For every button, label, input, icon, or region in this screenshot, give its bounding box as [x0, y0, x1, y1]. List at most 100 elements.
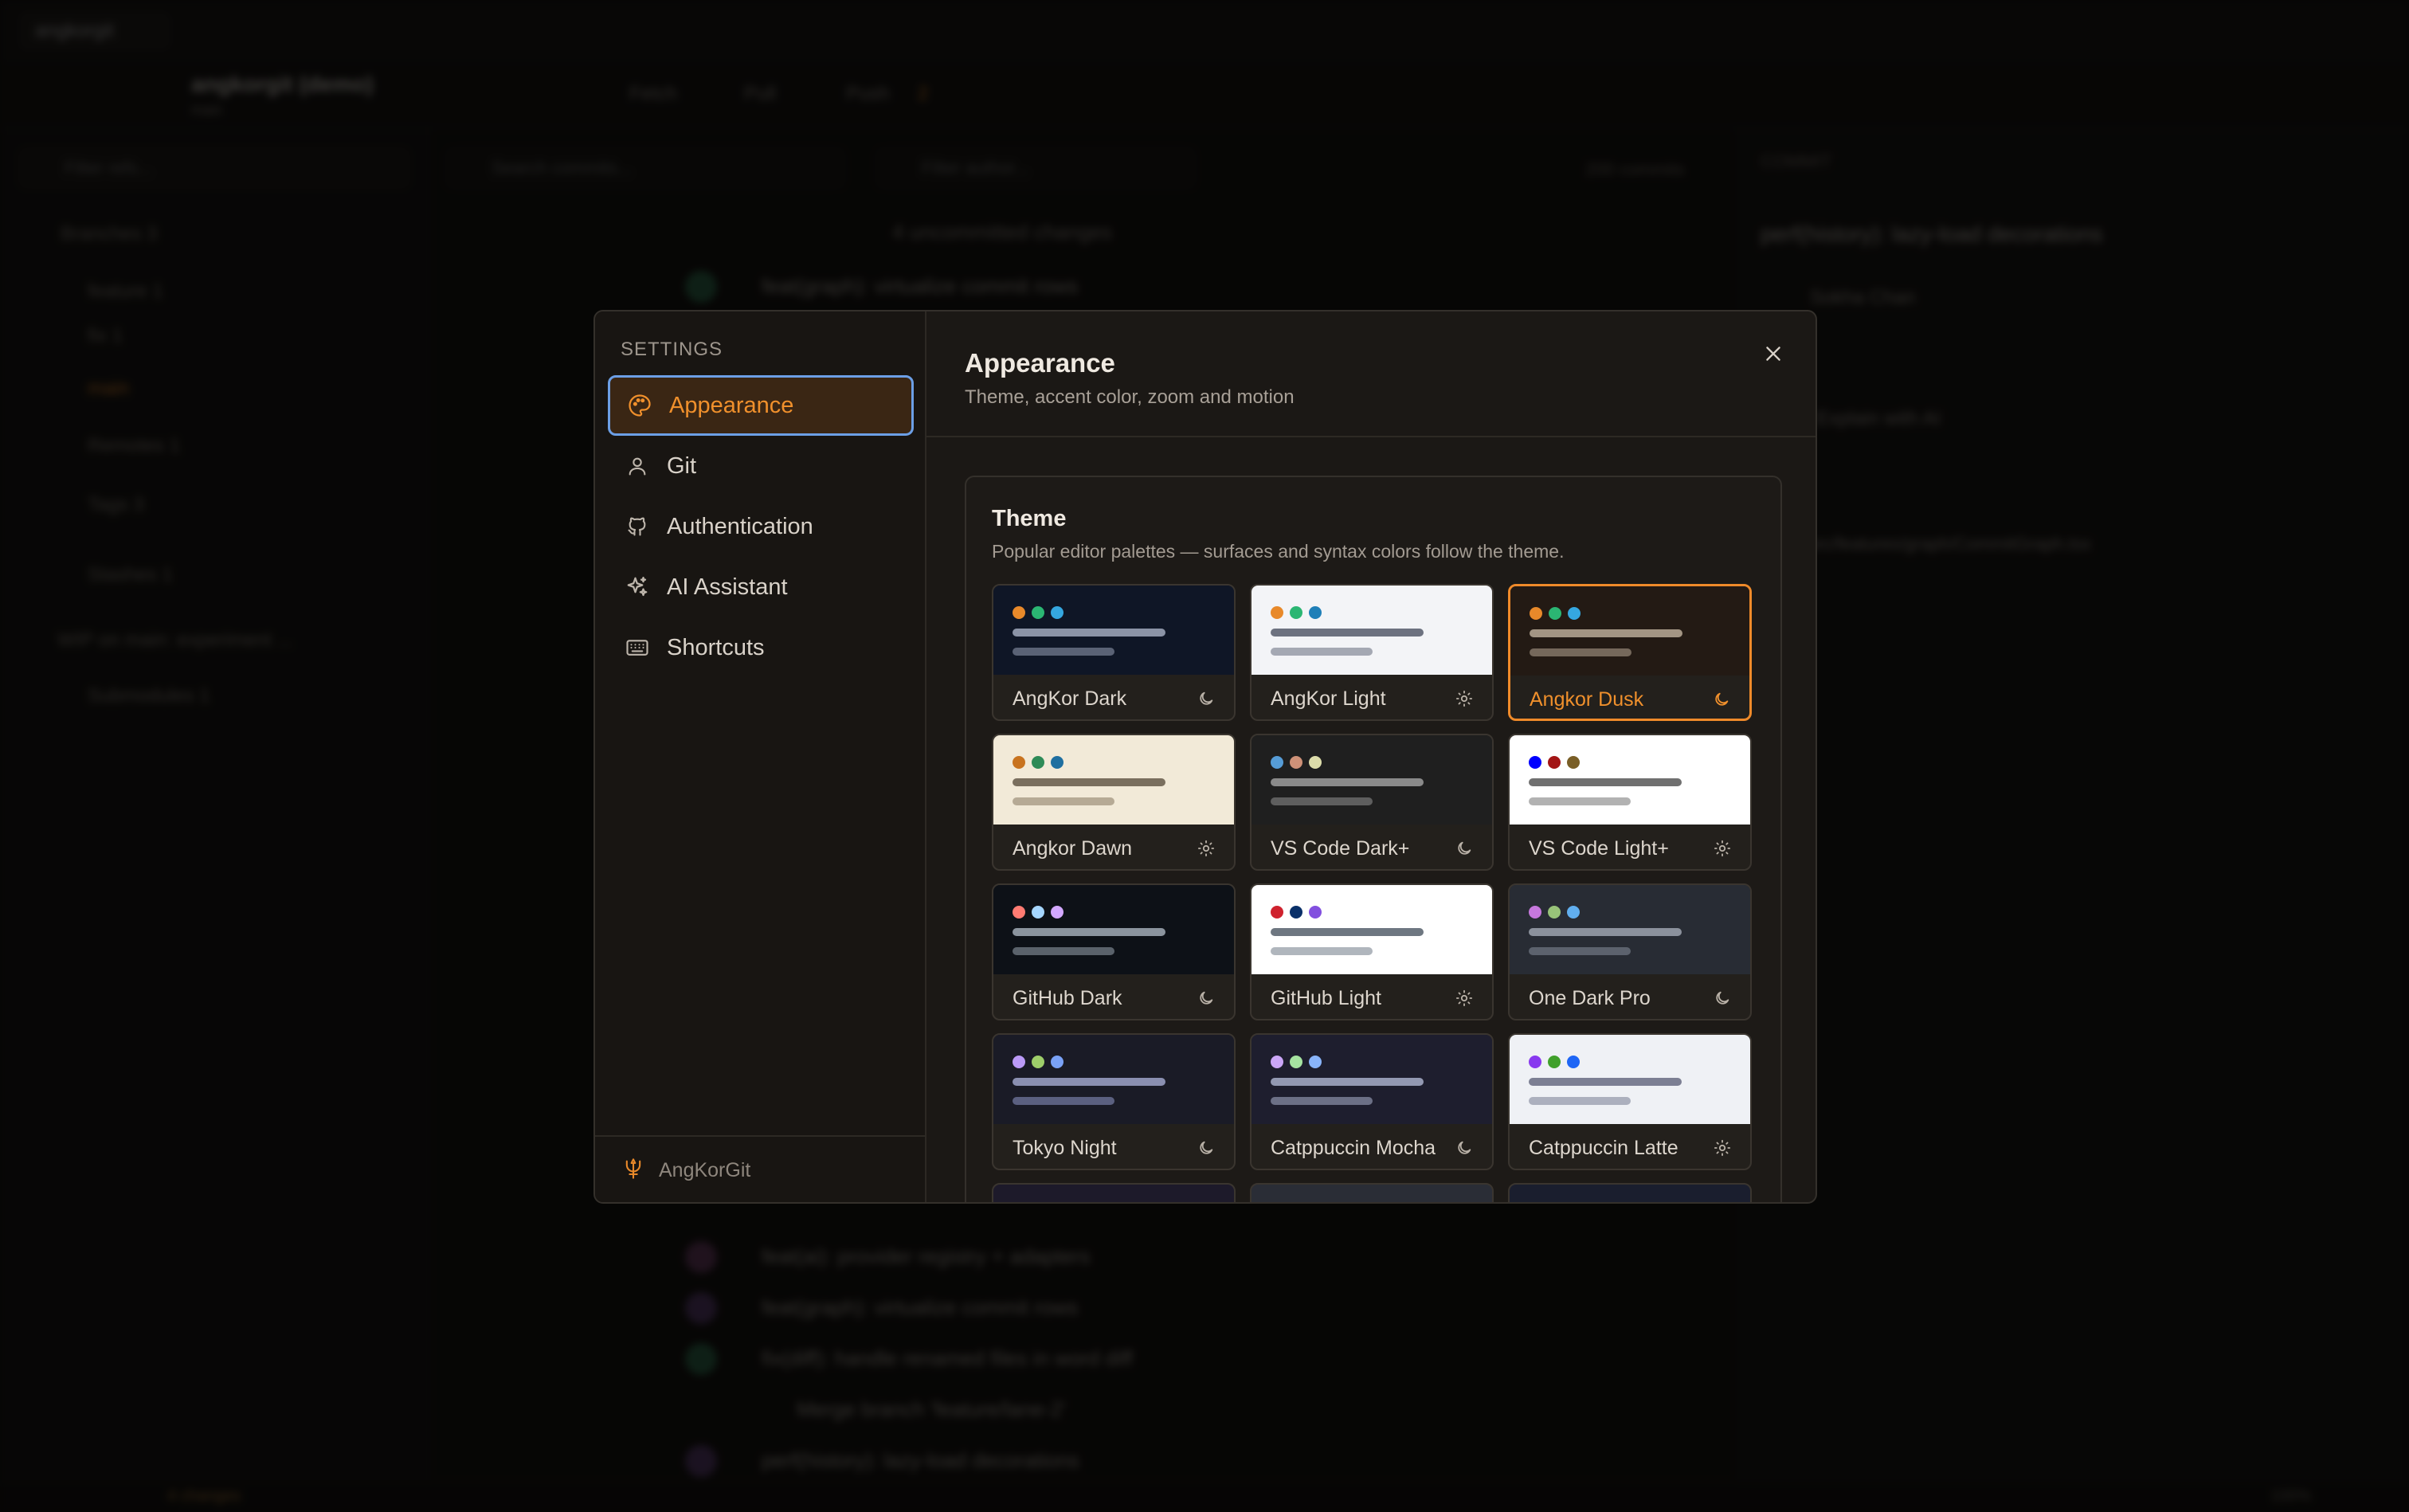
- theme-section-description: Popular editor palettes — surfaces and s…: [992, 541, 1565, 562]
- moon-icon: [1711, 689, 1732, 710]
- palette-swatch: [1568, 607, 1581, 620]
- theme-card-footer: AngKor Dark: [993, 675, 1234, 719]
- keyboard-icon: [624, 634, 651, 661]
- theme-preview: [1510, 586, 1749, 676]
- sun-icon: [1196, 838, 1216, 859]
- settings-dialog: SETTINGS Appearance Git Authentication A…: [593, 310, 1817, 1204]
- preview-line: [1013, 648, 1114, 656]
- theme-card-footer: Tokyo Night: [993, 1124, 1234, 1169]
- preview-line: [1271, 947, 1373, 955]
- theme-card-angkor-light[interactable]: AngKor Light: [1250, 584, 1494, 721]
- theme-card-partial[interactable]: [1250, 1183, 1494, 1202]
- sun-icon: [1712, 1138, 1733, 1158]
- theme-card-tokyo-night[interactable]: Tokyo Night: [992, 1033, 1236, 1170]
- preview-line: [1013, 947, 1114, 955]
- palette-swatch: [1309, 756, 1322, 769]
- preview-line: [1529, 778, 1682, 786]
- palette-swatch: [1271, 1056, 1283, 1068]
- moon-icon: [1712, 988, 1733, 1009]
- close-icon: [1763, 343, 1784, 368]
- theme-card-footer: Catppuccin Mocha: [1252, 1124, 1492, 1169]
- preview-line: [1271, 648, 1373, 656]
- preview-line: [1013, 1097, 1114, 1105]
- trident-icon: [622, 1158, 644, 1184]
- preview-line: [1530, 648, 1631, 656]
- theme-card-one-dark-pro[interactable]: One Dark Pro: [1508, 883, 1752, 1020]
- theme-name: Catppuccin Latte: [1529, 1136, 1678, 1159]
- theme-card-footer: VS Code Dark+: [1252, 825, 1492, 869]
- preview-line: [1529, 1078, 1682, 1086]
- preview-line: [1013, 797, 1114, 805]
- theme-card-footer: Catppuccin Latte: [1510, 1124, 1750, 1169]
- nav-item-shortcuts[interactable]: Shortcuts: [608, 617, 914, 678]
- theme-name: VS Code Dark+: [1271, 836, 1410, 860]
- sparkles-icon: [624, 574, 651, 601]
- nav-item-appearance[interactable]: Appearance: [608, 375, 914, 436]
- palette-swatch: [1013, 906, 1025, 919]
- theme-card-vs-code-dark[interactable]: VS Code Dark+: [1250, 734, 1494, 871]
- nav-item-git[interactable]: Git: [608, 436, 914, 496]
- palette-swatch: [1548, 756, 1561, 769]
- theme-card-footer: One Dark Pro: [1510, 974, 1750, 1019]
- theme-card-partial[interactable]: [992, 1183, 1236, 1202]
- palette-swatch: [1290, 606, 1302, 619]
- sun-icon: [1712, 838, 1733, 859]
- nav-item-label: Authentication: [667, 513, 813, 539]
- theme-card-footer: VS Code Light+: [1510, 825, 1750, 869]
- moon-icon: [1196, 1138, 1216, 1158]
- palette-swatch: [1309, 606, 1322, 619]
- nav-item-ai-assistant[interactable]: AI Assistant: [608, 557, 914, 617]
- theme-card-catppuccin-latte[interactable]: Catppuccin Latte: [1508, 1033, 1752, 1170]
- theme-name: One Dark Pro: [1529, 986, 1651, 1009]
- close-button[interactable]: [1755, 337, 1792, 374]
- palette-swatch: [1013, 1056, 1025, 1068]
- nav-item-label: Appearance: [669, 392, 794, 418]
- theme-name: Tokyo Night: [1013, 1136, 1117, 1159]
- settings-heading: SETTINGS: [621, 339, 723, 360]
- theme-card-angkor-dark[interactable]: AngKor Dark: [992, 584, 1236, 721]
- preview-line: [1013, 629, 1165, 637]
- settings-content: Appearance Theme, accent color, zoom and…: [926, 311, 1816, 1202]
- theme-card-vs-code-light[interactable]: VS Code Light+: [1508, 734, 1752, 871]
- palette-swatch: [1529, 906, 1541, 919]
- theme-card-footer: GitHub Light: [1252, 974, 1492, 1019]
- sun-icon: [1454, 988, 1475, 1009]
- preview-line: [1271, 797, 1373, 805]
- theme-preview: [993, 885, 1234, 974]
- preview-line: [1529, 797, 1631, 805]
- theme-card-partial[interactable]: [1508, 1183, 1752, 1202]
- theme-name: Angkor Dusk: [1530, 687, 1644, 711]
- palette-swatch: [1529, 756, 1541, 769]
- theme-name: GitHub Dark: [1013, 986, 1122, 1009]
- content-divider: [926, 436, 1816, 437]
- theme-card-angkor-dawn[interactable]: Angkor Dawn: [992, 734, 1236, 871]
- palette-swatch: [1051, 1056, 1063, 1068]
- palette-swatch: [1567, 1056, 1580, 1068]
- theme-card-angkor-dusk[interactable]: Angkor Dusk: [1508, 584, 1752, 721]
- theme-name: GitHub Light: [1271, 986, 1381, 1009]
- theme-preview: [993, 586, 1234, 675]
- theme-preview: [1252, 885, 1492, 974]
- theme-card-footer: AngKor Light: [1252, 675, 1492, 719]
- preview-line: [1529, 947, 1631, 955]
- theme-preview: [993, 1035, 1234, 1124]
- palette-swatch: [1013, 606, 1025, 619]
- app-brand-label: AngKorGit: [659, 1158, 751, 1181]
- nav-item-authentication[interactable]: Authentication: [608, 496, 914, 557]
- preview-line: [1013, 778, 1165, 786]
- theme-preview: [1252, 586, 1492, 675]
- theme-preview: [1510, 885, 1750, 974]
- theme-name: Catppuccin Mocha: [1271, 1136, 1436, 1159]
- theme-preview: [1252, 1035, 1492, 1124]
- theme-card-github-light[interactable]: GitHub Light: [1250, 883, 1494, 1020]
- theme-card-catppuccin-mocha[interactable]: Catppuccin Mocha: [1250, 1033, 1494, 1170]
- theme-card-github-dark[interactable]: GitHub Dark: [992, 883, 1236, 1020]
- palette-swatch: [1567, 906, 1580, 919]
- palette-swatch: [1309, 906, 1322, 919]
- panel-subtitle: Theme, accent color, zoom and motion: [965, 386, 1295, 408]
- theme-name: Angkor Dawn: [1013, 836, 1133, 860]
- panel-title: Appearance: [965, 348, 1115, 378]
- moon-icon: [1454, 1138, 1475, 1158]
- theme-preview: [1510, 735, 1750, 825]
- palette-swatch: [1051, 606, 1063, 619]
